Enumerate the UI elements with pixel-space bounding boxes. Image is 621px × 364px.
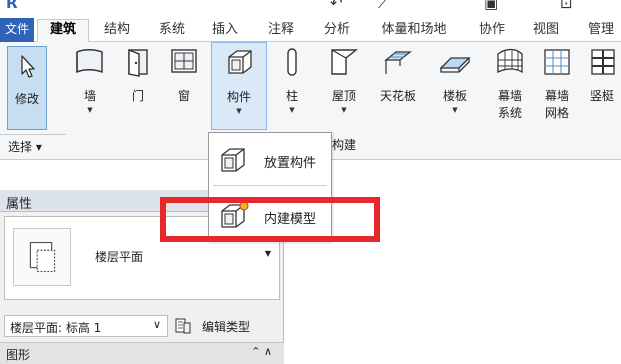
tab-manage[interactable]: 管理 xyxy=(585,20,617,43)
tab-architecture[interactable]: 建筑 xyxy=(37,19,89,43)
wall-label: 墙 xyxy=(83,89,96,103)
roof-dropdown-arrow[interactable]: ▼ xyxy=(322,106,366,114)
highlight-box xyxy=(160,197,380,242)
column-dropdown-arrow[interactable]: ▼ xyxy=(276,106,308,114)
view-icon[interactable]: ▣ xyxy=(484,0,498,12)
tab-structure[interactable]: 结构 xyxy=(102,20,132,43)
instance-selector-value: 楼层平面: 标高 1 xyxy=(10,321,102,335)
select-label: 选择 ▾ xyxy=(8,140,42,154)
curtain-grid-label-line1: 幕墙 xyxy=(544,89,569,103)
tab-systems[interactable]: 系统 xyxy=(157,20,187,43)
menu-divider xyxy=(213,185,327,186)
collapse-icon[interactable]: ⌃ ∧ xyxy=(251,345,272,358)
place-component-item[interactable]: 放置构件 xyxy=(210,141,330,181)
build-panel-label: 构建 xyxy=(332,138,357,152)
quick-access-toolbar: R ↶ ⟋ ▣ ⊡ xyxy=(0,0,621,16)
wall-dropdown-arrow[interactable]: ▼ xyxy=(70,106,110,114)
place-component-label: 放置构件 xyxy=(264,156,317,171)
mullion-label: 竖梃 xyxy=(589,89,614,103)
edit-type-button[interactable]: 编辑类型 xyxy=(172,314,272,338)
door-icon xyxy=(128,48,148,77)
ceiling-icon xyxy=(384,51,412,74)
mullion-icon xyxy=(591,49,615,75)
floor-label: 楼板 xyxy=(442,89,467,103)
revit-logo-icon[interactable]: R xyxy=(6,0,18,12)
roof-icon xyxy=(331,49,358,75)
curtain-grid-label-line2: 网格 xyxy=(544,106,569,120)
place-component-icon xyxy=(221,148,245,172)
tab-massing-site[interactable]: 体量和场地 xyxy=(375,20,453,43)
component-dropdown-arrow[interactable]: ▼ xyxy=(212,107,266,115)
select-panel-dropdown[interactable]: 选择 ▾ xyxy=(0,134,66,158)
component-button[interactable]: 构件 ▼ xyxy=(211,42,267,130)
wall-icon xyxy=(76,49,103,74)
tab-file[interactable]: 文件 xyxy=(0,18,34,42)
wall-button[interactable]: 墙 ▼ xyxy=(70,42,110,134)
component-icon xyxy=(228,50,252,74)
modify-button[interactable]: 修改 xyxy=(7,46,47,130)
tab-collaborate[interactable]: 协作 xyxy=(477,20,507,43)
type-name: 楼层平面 xyxy=(95,250,144,264)
floor-dropdown-arrow[interactable]: ▼ xyxy=(433,106,477,114)
cursor-icon xyxy=(21,55,35,78)
curtain-system-icon xyxy=(497,48,523,74)
graphics-group-header[interactable]: 图形 ⌃ ∧ xyxy=(0,342,284,364)
drawing-area[interactable] xyxy=(285,161,621,364)
column-label: 柱 xyxy=(285,89,298,103)
column-button[interactable]: 柱 ▼ xyxy=(276,42,308,134)
ribbon-tab-bar: 文件 建筑 结构 系统 插入 注释 分析 体量和场地 协作 视图 管理 xyxy=(0,16,621,43)
curtain-system-label-line2: 系统 xyxy=(497,106,522,120)
column-icon xyxy=(287,48,297,76)
tag-icon[interactable]: ⊡ xyxy=(560,0,573,12)
chevron-down-icon[interactable]: ▼ xyxy=(265,249,271,258)
window-icon xyxy=(171,49,197,73)
ceiling-label: 天花板 xyxy=(379,89,416,103)
window-label: 窗 xyxy=(177,89,190,103)
tab-insert[interactable]: 插入 xyxy=(210,20,240,43)
ceiling-button[interactable]: 天花板 xyxy=(373,42,423,134)
roof-button[interactable]: 屋顶 ▼ xyxy=(322,42,366,134)
floor-icon xyxy=(439,57,471,73)
properties-title: 属性 xyxy=(6,197,33,212)
measure-icon[interactable]: ⟋ xyxy=(378,0,389,12)
graphics-group-label: 图形 xyxy=(6,348,31,362)
tab-annotate[interactable]: 注释 xyxy=(266,20,296,43)
chevron-down-icon[interactable]: ∨ xyxy=(153,318,161,331)
edit-type-label: 编辑类型 xyxy=(202,320,251,334)
floor-button[interactable]: 楼板 ▼ xyxy=(433,42,477,134)
component-label: 构件 xyxy=(226,90,251,104)
door-button[interactable]: 门 xyxy=(120,42,156,134)
curtain-grid-icon xyxy=(544,49,570,75)
tab-view[interactable]: 视图 xyxy=(531,20,561,43)
edit-type-icon xyxy=(175,318,191,334)
instance-selector[interactable]: 楼层平面: 标高 1 ∨ xyxy=(4,315,168,337)
curtain-grid-button[interactable]: 幕墙 网格 xyxy=(535,42,579,134)
mullion-button[interactable]: 竖梃 xyxy=(583,42,621,134)
undo-icon[interactable]: ↶ xyxy=(330,0,343,12)
tab-analyze[interactable]: 分析 xyxy=(322,20,352,43)
door-label: 门 xyxy=(131,89,144,103)
curtain-system-label-line1: 幕墙 xyxy=(497,89,522,103)
floor-plan-type-icon xyxy=(13,228,71,286)
roof-label: 屋顶 xyxy=(331,89,356,103)
modify-label: 修改 xyxy=(14,92,39,106)
window-button[interactable]: 窗 xyxy=(164,42,204,134)
curtain-system-button[interactable]: 幕墙 系统 xyxy=(488,42,532,134)
